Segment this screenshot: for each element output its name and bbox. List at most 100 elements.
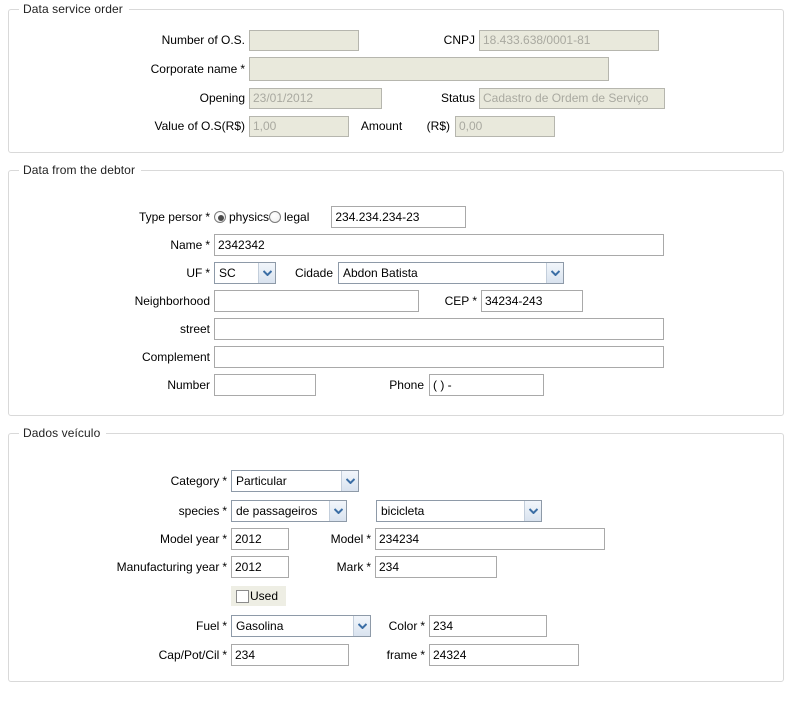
input-color[interactable]: 234 xyxy=(429,615,547,637)
required-marker: * xyxy=(472,294,477,308)
label-cidade: Cidade xyxy=(276,267,338,279)
row-cap-frame: Cap/Pot/Cil* 234 frame * 24324 xyxy=(9,641,783,669)
select-uf-value: SC xyxy=(219,263,258,283)
radio-physics-icon[interactable] xyxy=(214,211,226,223)
label-number-of-os: Number of O.S. xyxy=(9,34,249,46)
input-document-cpf[interactable]: 234.234.234-23 xyxy=(331,206,466,228)
label-color-text: Color xyxy=(389,619,418,633)
input-status[interactable]: Cadastro de Ordem de Serviço xyxy=(479,88,665,109)
label-type-person: Type persor* xyxy=(9,211,214,223)
radio-physics-label: physics xyxy=(228,210,271,224)
label-color: Color* xyxy=(371,620,429,632)
section-dados-veiculo: Dados veículo Category* Particular speci… xyxy=(8,426,784,682)
input-amount[interactable]: 0,00 xyxy=(455,116,555,137)
input-opening-date[interactable]: 23/01/2012 xyxy=(249,88,382,109)
row-type-person: Type persor* physics legal 234.234.234-2… xyxy=(9,203,783,231)
label-frame-text: frame xyxy=(387,648,418,662)
input-number-of-os[interactable] xyxy=(249,30,359,51)
input-phone[interactable]: ( ) - xyxy=(429,374,544,396)
row-number-os: Number of O.S. CNPJ 18.433.638/0001-81 xyxy=(9,26,783,54)
label-complement: Complement xyxy=(9,351,214,363)
label-mark: Mark* xyxy=(289,561,375,573)
input-mark[interactable]: 234 xyxy=(375,556,497,578)
select-cidade[interactable]: Abdon Batista xyxy=(338,262,564,284)
radio-option-legal[interactable]: legal xyxy=(269,210,311,224)
required-marker: * xyxy=(222,504,227,518)
row-complement: Complement xyxy=(9,343,783,371)
required-marker: * xyxy=(205,210,210,224)
row-number-phone: Number Phone ( ) - xyxy=(9,371,783,399)
label-corporate-name: Corporate name* xyxy=(9,63,249,75)
required-marker: * xyxy=(205,238,210,252)
section-data-from-debtor: Data from the debtor Type persor* physic… xyxy=(8,163,784,416)
radio-legal-icon[interactable] xyxy=(269,211,281,223)
select-species-type[interactable]: bicicleta xyxy=(376,500,542,522)
chevron-down-icon[interactable] xyxy=(341,471,358,491)
input-number[interactable] xyxy=(214,374,316,396)
input-cnpj[interactable]: 18.433.638/0001-81 xyxy=(479,30,659,51)
select-fuel[interactable]: Gasolina xyxy=(231,615,371,637)
input-neighborhood[interactable] xyxy=(214,290,419,312)
section-legend-service-order: Data service order xyxy=(19,2,129,16)
chevron-down-icon[interactable] xyxy=(546,263,563,283)
input-frame[interactable]: 24324 xyxy=(429,644,579,666)
radio-legal-label: legal xyxy=(283,210,311,224)
required-marker: * xyxy=(240,62,245,76)
label-cap-pot-cil: Cap/Pot/Cil* xyxy=(9,649,231,661)
label-category-text: Category xyxy=(171,474,220,488)
radio-option-physics[interactable]: physics xyxy=(214,210,271,224)
chevron-down-icon[interactable] xyxy=(353,616,370,636)
required-marker: * xyxy=(222,648,227,662)
label-number: Number xyxy=(9,379,214,391)
label-name-text: Name xyxy=(170,238,202,252)
input-name[interactable]: 2342342 xyxy=(214,234,664,256)
label-corporate-name-text: Corporate name xyxy=(151,62,238,76)
chevron-down-icon[interactable] xyxy=(258,263,275,283)
label-amount: Amount xyxy=(349,120,419,132)
label-fuel: Fuel* xyxy=(9,620,231,632)
row-fuel-color: Fuel* Gasolina Color* 234 xyxy=(9,611,783,641)
label-species-text: species xyxy=(179,504,220,518)
select-fuel-value: Gasolina xyxy=(236,616,353,636)
input-value-of-os[interactable]: 1,00 xyxy=(249,116,349,137)
required-marker: * xyxy=(420,619,425,633)
select-species[interactable]: de passageiros xyxy=(231,500,347,522)
input-model[interactable]: 234234 xyxy=(375,528,605,550)
debtor-body: Type persor* physics legal 234.234.234-2… xyxy=(9,177,783,415)
label-cep-text: CEP xyxy=(445,294,470,308)
label-value-of-os: Value of O.S(R$) xyxy=(9,120,249,132)
required-marker: * xyxy=(222,474,227,488)
service-order-body: Number of O.S. CNPJ 18.433.638/0001-81 C… xyxy=(9,16,783,152)
input-corporate-name[interactable] xyxy=(249,57,609,81)
select-uf[interactable]: SC xyxy=(214,262,276,284)
chevron-down-icon[interactable] xyxy=(329,501,346,521)
label-cap-pot-cil-text: Cap/Pot/Cil xyxy=(159,648,220,662)
row-value-amount: Value of O.S(R$) 1,00 Amount (R$) 0,00 xyxy=(9,112,783,140)
checkbox-used-group[interactable]: Used xyxy=(231,586,286,606)
label-cep: CEP* xyxy=(419,295,481,307)
label-name: Name* xyxy=(9,239,214,251)
label-manufacturing-year-text: Manufacturing year xyxy=(117,560,220,574)
checkbox-used[interactable] xyxy=(236,590,249,603)
required-marker: * xyxy=(222,619,227,633)
label-neighborhood: Neighborhood xyxy=(9,295,214,307)
input-model-year[interactable]: 2012 xyxy=(231,528,289,550)
checkbox-used-label: Used xyxy=(250,589,278,603)
select-category[interactable]: Particular xyxy=(231,470,359,492)
input-cap-pot-cil[interactable]: 234 xyxy=(231,644,349,666)
input-street[interactable] xyxy=(214,318,664,340)
label-mark-text: Mark xyxy=(337,560,364,574)
input-complement[interactable] xyxy=(214,346,664,368)
row-uf-cidade: UF* SC Cidade Abdon Batista xyxy=(9,259,783,287)
input-cep[interactable]: 34234-243 xyxy=(481,290,583,312)
label-phone: Phone xyxy=(316,379,429,391)
section-data-service-order: Data service order Number of O.S. CNPJ 1… xyxy=(8,2,784,153)
row-name: Name* 2342342 xyxy=(9,231,783,259)
label-manufacturing-year: Manufacturing year* xyxy=(9,561,231,573)
label-cnpj: CNPJ xyxy=(429,34,479,46)
required-marker: * xyxy=(222,532,227,546)
label-status: Status xyxy=(429,92,479,104)
label-category: Category* xyxy=(9,475,231,487)
chevron-down-icon[interactable] xyxy=(524,501,541,521)
input-manufacturing-year[interactable]: 2012 xyxy=(231,556,289,578)
